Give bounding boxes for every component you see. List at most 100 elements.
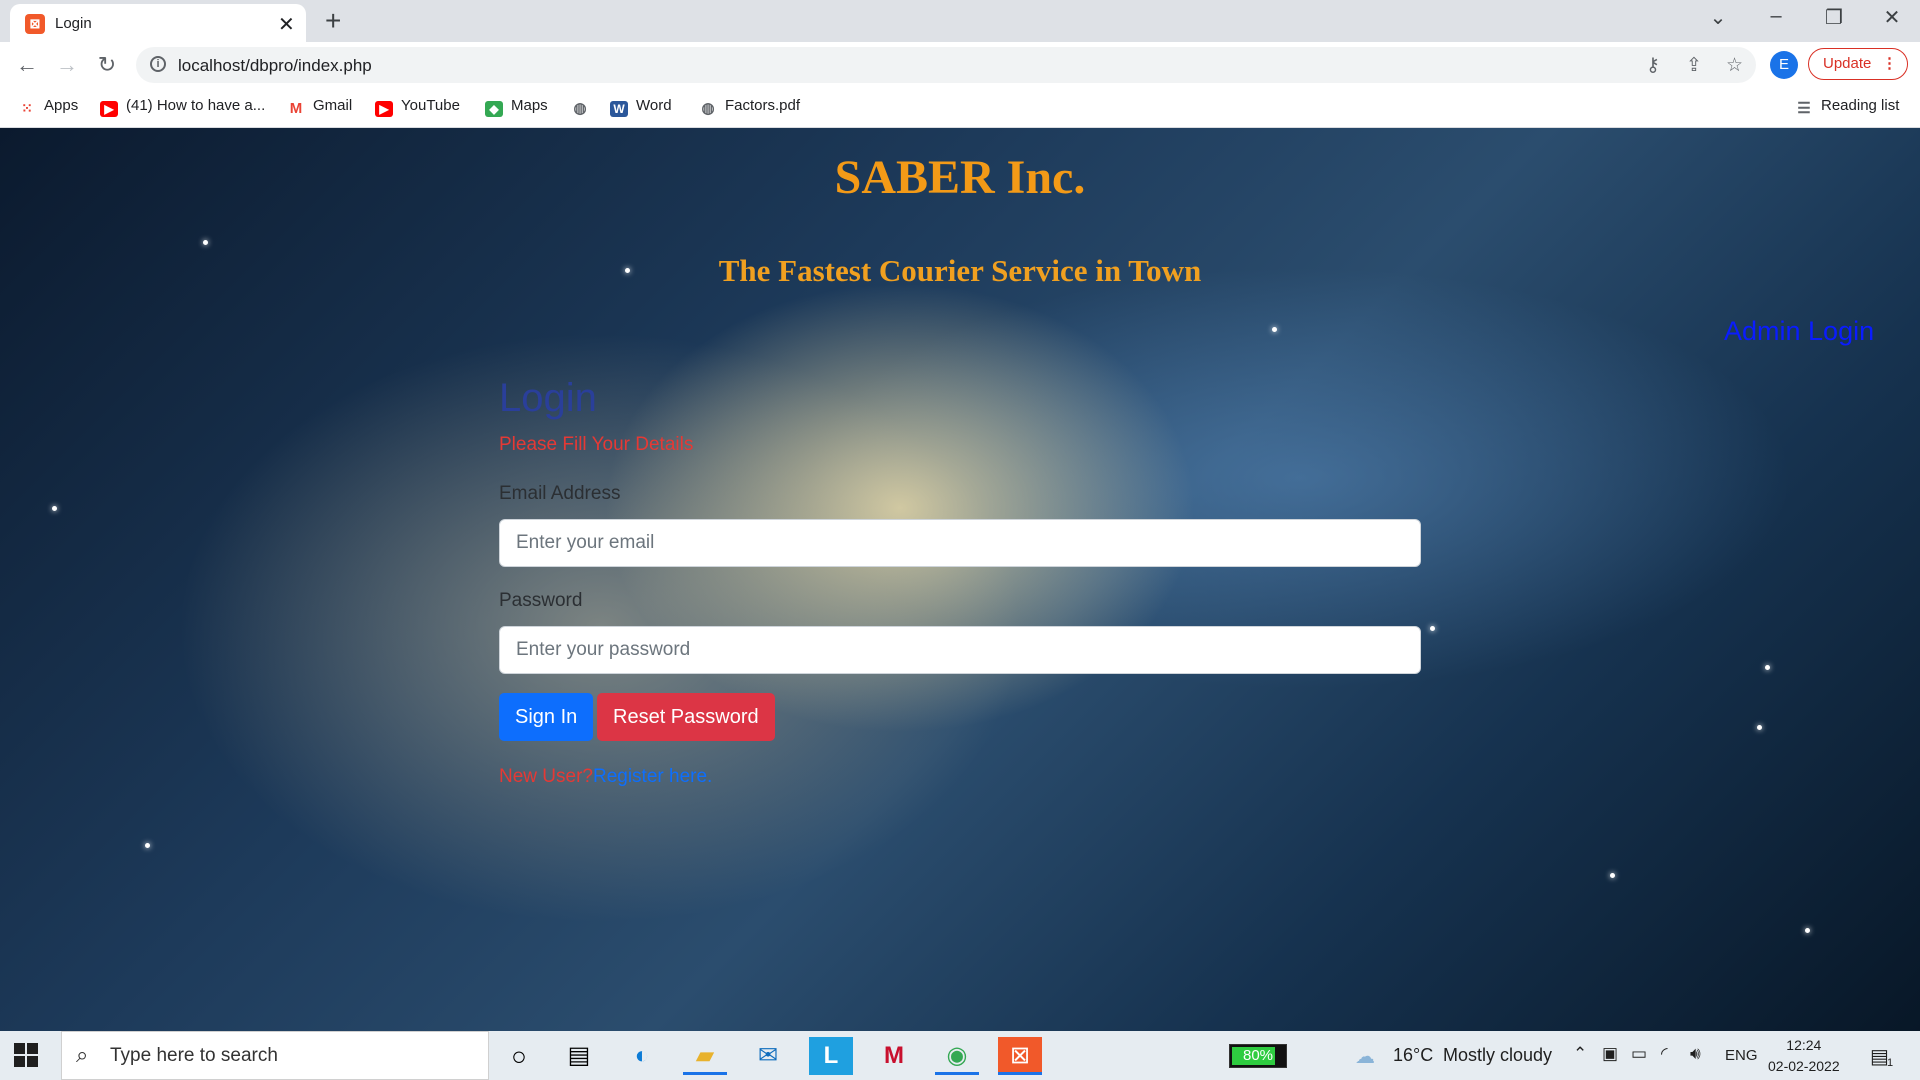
browser-toolbar: ← → ↻ i localhost/dbpro/index.php ⚷ ⇪ ☆ … (0, 42, 1920, 88)
language-indicator[interactable]: ENG (1725, 1047, 1758, 1064)
bookmark-label: Word (636, 97, 672, 114)
show-hidden-icons-chevron-icon[interactable]: ⌃ (1573, 1044, 1587, 1064)
url-text[interactable]: localhost/dbpro/index.php (178, 56, 372, 76)
site-title: SABER Inc. (834, 151, 1086, 204)
weather-temp[interactable]: 16°C (1393, 1045, 1433, 1066)
register-link[interactable]: Register here. (593, 766, 712, 787)
apps-grid-icon: ⁙ (21, 100, 33, 116)
l-app-icon[interactable]: L (809, 1037, 853, 1075)
page-background: SABER Inc. The Fastest Courier Service i… (0, 128, 1920, 1031)
search-placeholder: Type here to search (110, 1045, 278, 1066)
youtube-icon: ▶ (100, 101, 118, 117)
bookmark-label: YouTube (401, 97, 460, 114)
device-icon[interactable]: ▣ (1602, 1044, 1618, 1064)
tab-search-chevron-icon[interactable]: ⌄ (1698, 5, 1738, 30)
clock[interactable]: 12:24 02-02-2022 (1768, 1035, 1840, 1077)
sign-in-button[interactable]: Sign In (499, 693, 594, 741)
bookmark-label: Apps (44, 97, 79, 114)
battery-text: 80% (1242, 1047, 1274, 1064)
login-subtitle: Please Fill Your Details (499, 434, 694, 455)
star-decoration (52, 506, 57, 511)
update-label: Update (1823, 55, 1872, 72)
star-decoration (1805, 928, 1810, 933)
tab-close-icon[interactable]: ✕ (278, 12, 295, 37)
new-tab-icon[interactable]: + (325, 5, 341, 37)
xampp-icon[interactable]: ⊠ (998, 1037, 1042, 1075)
bookmark-gmail[interactable]: M Gmail (287, 97, 352, 117)
star-decoration (1610, 873, 1615, 878)
star-decoration (1430, 626, 1435, 631)
notification-count: 1 (1887, 1057, 1894, 1069)
edge-icon[interactable]: ◐ (620, 1037, 664, 1075)
profile-avatar[interactable]: E (1770, 51, 1798, 79)
bookmark-globe[interactable]: ◍ (571, 97, 597, 117)
admin-login-link[interactable]: Admin Login (1724, 316, 1874, 347)
bookmark-factors[interactable]: ◍ Factors.pdf (699, 97, 800, 117)
weather-text[interactable]: Mostly cloudy (1443, 1045, 1552, 1066)
clock-date: 02-02-2022 (1768, 1058, 1840, 1074)
bookmark-maps[interactable]: ◆ Maps (485, 97, 548, 117)
globe-icon: ◍ (701, 100, 715, 117)
cortana-icon[interactable]: ○ (497, 1037, 541, 1075)
email-input[interactable] (499, 519, 1421, 567)
minimize-icon[interactable]: – (1756, 5, 1796, 28)
bookmark-label: (41) How to have a... (126, 97, 266, 114)
bookmark-apps[interactable]: ⁙ Apps (18, 97, 78, 116)
password-label: Password (499, 590, 583, 611)
cloud-icon[interactable]: ☁ (1355, 1044, 1375, 1069)
task-view-icon[interactable]: ▤ (557, 1037, 601, 1075)
reading-list-label: Reading list (1821, 97, 1900, 114)
register-line: New User?Register here. (499, 766, 712, 788)
close-window-icon[interactable]: ✕ (1872, 5, 1912, 30)
clock-time: 12:24 (1786, 1037, 1822, 1053)
site-info-icon[interactable]: i (150, 56, 166, 72)
new-user-text: New User? (499, 766, 593, 787)
bookmark-label: Maps (511, 97, 548, 114)
windows-start-icon[interactable] (14, 1043, 38, 1067)
mail-icon[interactable]: ✉ (746, 1037, 790, 1075)
star-decoration (1757, 725, 1762, 730)
star-decoration (1272, 327, 1277, 332)
login-heading: Login (499, 376, 597, 420)
back-icon[interactable]: ← (12, 52, 42, 78)
tab-title: Login (55, 15, 92, 32)
bookmark-star-icon[interactable]: ☆ (1726, 54, 1743, 77)
bookmark-youtube[interactable]: ▶ YouTube (375, 97, 460, 117)
restore-icon[interactable]: ❐ (1814, 5, 1854, 30)
battery-icon[interactable]: ▭ (1631, 1044, 1647, 1064)
gmail-icon: M (289, 100, 303, 117)
reset-password-button[interactable]: Reset Password (597, 693, 775, 741)
word-icon: W (610, 101, 628, 117)
bookmark-youtube-video[interactable]: ▶ (41) How to have a... (100, 97, 265, 117)
chrome-icon[interactable]: ◉ (935, 1037, 979, 1075)
password-input[interactable] (499, 626, 1421, 674)
browser-titlebar: ⊠ Login ✕ + ⌄ – ❐ ✕ (0, 0, 1920, 42)
site-subtitle: The Fastest Courier Service in Town (718, 253, 1202, 288)
reload-icon[interactable]: ↻ (92, 52, 122, 78)
youtube-icon: ▶ (375, 101, 393, 117)
mcafee-icon[interactable]: M (872, 1037, 916, 1075)
forward-icon[interactable]: → (52, 52, 82, 78)
bookmark-word[interactable]: W Word (610, 97, 672, 117)
bookmark-label: Factors.pdf (725, 97, 801, 114)
update-button[interactable]: Update ⋮ (1808, 48, 1908, 80)
reading-list[interactable]: ☰ Reading list (1795, 97, 1899, 117)
maps-icon: ◆ (485, 101, 503, 117)
star-decoration (1765, 665, 1770, 670)
volume-icon[interactable]: 🔊︎ (1690, 1044, 1701, 1064)
globe-icon: ◍ (573, 100, 587, 117)
taskbar-search-box[interactable]: ⌕ Type here to search (61, 1031, 489, 1080)
email-label: Email Address (499, 483, 621, 504)
search-icon: ⌕ (76, 1042, 89, 1067)
bookmark-label: Gmail (313, 97, 353, 114)
wifi-icon[interactable]: ◜ (1661, 1044, 1668, 1064)
share-icon[interactable]: ⇪ (1686, 54, 1702, 77)
reading-list-icon: ☰ (1797, 100, 1811, 117)
menu-dots-icon: ⋮ (1882, 55, 1897, 72)
windows-taskbar: ⌕ Type here to search ○ ▤ ◐ ▰ ✉ L M ◉ ⊠ … (0, 1031, 1920, 1080)
file-explorer-icon[interactable]: ▰ (683, 1037, 727, 1075)
key-icon[interactable]: ⚷ (1646, 54, 1660, 77)
battery-indicator: 80% (1229, 1044, 1287, 1068)
address-bar[interactable]: i localhost/dbpro/index.php ⚷ ⇪ ☆ (136, 47, 1756, 83)
browser-tab[interactable]: ⊠ Login ✕ (10, 4, 306, 42)
